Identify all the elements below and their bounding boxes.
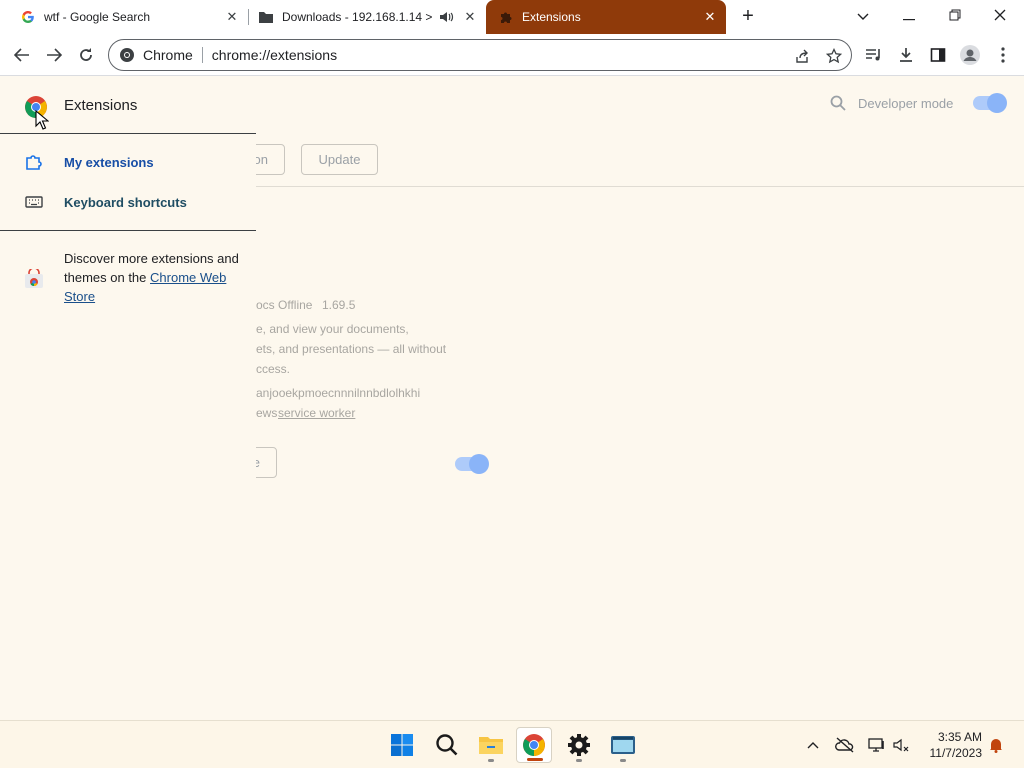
update-button[interactable]: Update [301,144,378,175]
browser-toolbar: Chrome chrome://extensions [0,34,1024,76]
minimize-button[interactable] [899,6,919,26]
omnibox[interactable]: Chrome chrome://extensions [108,39,852,71]
tab-title: Extensions [522,10,581,24]
sidebar-item-label: My extensions [64,154,154,170]
forward-button[interactable] [44,45,64,65]
tab-title: Downloads - 192.168.1.14 > [282,10,432,24]
drawer-title: Extensions [64,97,138,114]
discover-text: Discover more extensions and themes on t… [64,249,244,306]
extension-name: ocs Offline [256,298,313,312]
system-clock[interactable]: 3:35 AM 11/7/2023 [920,729,983,761]
site-label: Chrome [143,47,193,63]
extension-id: anjooekpmoecnnnilnnbdlolhkhi [256,386,421,400]
tab-search-chevron-icon[interactable] [853,6,873,26]
new-tab-button[interactable]: + [738,6,758,26]
title-bar: wtf - Google Search ✕ Downloads - 192.16… [0,0,1024,34]
bookmark-star-icon[interactable] [825,47,843,65]
download-icon[interactable] [896,45,916,65]
back-button[interactable] [12,45,32,65]
extension-description-line: e, and view your documents, [256,322,409,336]
web-store-icon [24,267,44,289]
share-icon[interactable] [793,47,811,65]
drawer-divider [0,133,256,134]
restore-button[interactable] [945,6,965,26]
more-menu-icon[interactable] [993,45,1013,65]
file-explorer-icon[interactable] [473,727,509,763]
omnibox-divider [201,47,203,63]
tab-title: wtf - Google Search [44,10,151,24]
sidebar-item-label: Keyboard shortcuts [64,194,187,210]
close-tab-icon[interactable]: ✕ [702,9,718,25]
settings-gear-icon[interactable] [561,727,597,763]
inspect-views-label: ews [256,406,278,420]
media-control-icon[interactable] [864,45,884,65]
tab-google-search[interactable]: wtf - Google Search ✕ [20,0,248,34]
search-icon[interactable] [830,95,846,111]
service-worker-link[interactable]: service worker [278,406,355,420]
site-chip[interactable]: Chrome [109,47,193,63]
puzzle-icon [498,9,514,25]
extension-icon [24,152,44,172]
terminal-app-icon[interactable] [605,727,641,763]
side-panel-icon[interactable] [928,45,948,65]
folder-icon [258,9,274,25]
clock-time: 3:35 AM [937,730,982,744]
extension-description-line: ccess. [256,362,291,376]
network-icon[interactable] [867,735,887,755]
drawer-divider [0,230,256,231]
taskbar-chrome-icon[interactable] [516,727,552,763]
show-hidden-icons-chevron-icon[interactable] [803,735,823,755]
notification-bell-icon[interactable] [986,735,1006,755]
chrome-icon [119,47,135,63]
extensions-drawer: Extensions My extensions Keyboard shortc… [0,77,256,720]
extension-version: 1.69.5 [322,298,356,312]
page-header-right: Developer mode [830,93,1008,113]
developer-mode-label: Developer mode [858,95,954,111]
mouse-cursor-icon [35,109,50,130]
extension-description-line: ets, and presentations — all without [256,342,447,356]
url-text[interactable]: chrome://extensions [212,47,337,63]
sidebar-item-keyboard-shortcuts[interactable]: Keyboard shortcuts [0,185,256,219]
sidebar-item-my-extensions[interactable]: My extensions [0,145,256,179]
developer-mode-toggle[interactable] [973,93,1008,113]
close-window-button[interactable] [990,6,1010,26]
taskbar-search-icon[interactable] [429,727,465,763]
speaker-icon[interactable] [438,9,454,25]
tab-downloads[interactable]: Downloads - 192.168.1.14 > ✕ [258,0,484,34]
windows-taskbar: 3:35 AM 11/7/2023 [0,720,1024,768]
tab-extensions[interactable]: Extensions ✕ [486,0,726,34]
volume-muted-icon[interactable] [892,735,912,755]
keyboard-icon [24,192,44,212]
close-tab-icon[interactable]: ✕ [462,9,478,25]
extension-enable-toggle[interactable] [455,454,489,474]
reload-button[interactable] [76,45,96,65]
start-button[interactable] [384,727,420,763]
onedrive-offline-icon[interactable] [835,735,855,755]
tab-separator [248,9,249,25]
profile-avatar-icon[interactable] [960,45,980,65]
google-icon [20,9,36,25]
clock-date: 11/7/2023 [929,746,983,760]
close-tab-icon[interactable]: ✕ [224,9,240,25]
